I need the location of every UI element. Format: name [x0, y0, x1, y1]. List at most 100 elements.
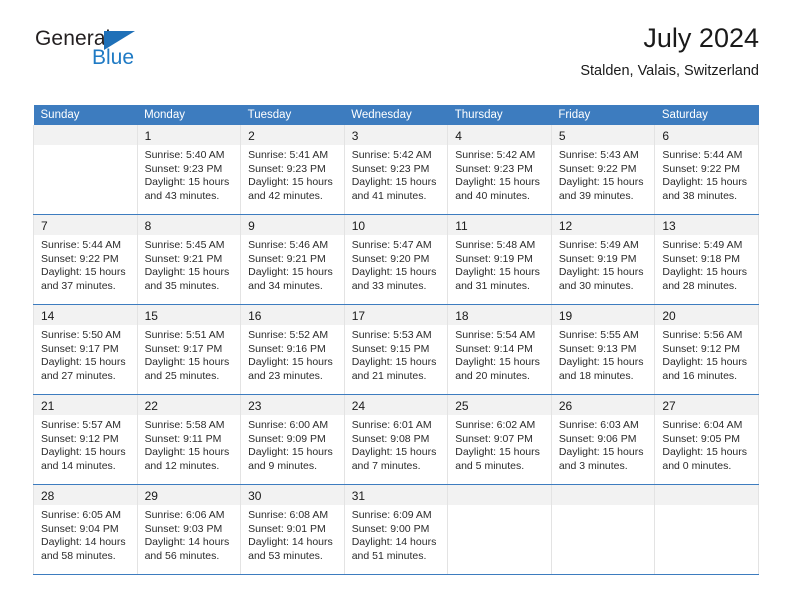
sunrise-time: Sunrise: 5:49 AM	[558, 239, 639, 251]
daylight-duration-line1: Daylight: 15 hours	[41, 446, 126, 459]
daylight-duration-line1: Daylight: 15 hours	[558, 176, 644, 189]
daylight-duration-line2: and 0 minutes.	[662, 459, 732, 472]
sunset-time: Sunset: 9:20 PM	[351, 252, 430, 265]
sunset-time: Sunset: 9:15 PM	[351, 342, 430, 355]
calendar-day-cell[interactable]: 19 Sunrise: 5:55 AM Sunset: 9:13 PM Dayligh…	[550, 304, 656, 395]
day-sun-info: Sunrise: 6:06 AM Sunset: 9:03 PM Daylight:…	[138, 505, 241, 563]
calendar-day-cell[interactable]: 9 Sunrise: 5:46 AM Sunset: 9:21 PM Daylight…	[240, 214, 345, 305]
day-sun-info: Sunrise: 5:51 AM Sunset: 9:17 PM Daylight:…	[138, 325, 241, 383]
daylight-duration-line2: and 35 minutes.	[144, 279, 220, 292]
sunrise-time: Sunrise: 6:06 AM	[144, 509, 225, 521]
daylight-duration-line2: and 56 minutes.	[144, 549, 220, 562]
daylight-duration-line2: and 7 minutes.	[351, 459, 421, 472]
calendar-day-cell[interactable]: 11 Sunrise: 5:48 AM Sunset: 9:19 PM Dayligh…	[447, 214, 552, 305]
sunset-time: Sunset: 9:22 PM	[662, 162, 741, 175]
daylight-duration-line1: Daylight: 15 hours	[248, 356, 333, 369]
page-header: General Blue July 2024 Stalden, Valais, …	[33, 0, 759, 79]
weekday-header-wednesday: Wednesday	[344, 105, 448, 125]
day-number: 20	[655, 305, 758, 325]
calendar-day-cell[interactable]: 2 Sunrise: 5:41 AM Sunset: 9:23 PM Daylight…	[240, 125, 345, 215]
day-number: 27	[655, 395, 758, 415]
sunset-time: Sunset: 9:06 PM	[558, 432, 637, 445]
daylight-duration-line1: Daylight: 15 hours	[351, 356, 437, 369]
day-sun-info: Sunrise: 5:44 AM Sunset: 9:22 PM Daylight:…	[655, 145, 758, 203]
day-number: 10	[344, 215, 448, 235]
daylight-duration-line1: Daylight: 15 hours	[662, 176, 748, 189]
sunset-time: Sunset: 9:05 PM	[662, 432, 741, 445]
day-number: 3	[344, 125, 448, 145]
daylight-duration-line1: Daylight: 15 hours	[248, 446, 333, 459]
sunset-time: Sunset: 9:08 PM	[351, 432, 430, 445]
calendar-day-cell[interactable]: 5 Sunrise: 5:43 AM Sunset: 9:22 PM Daylight…	[550, 125, 656, 215]
day-sun-info: Sunrise: 5:46 AM Sunset: 9:21 PM Daylight:…	[241, 235, 344, 293]
sunset-time: Sunset: 9:01 PM	[248, 522, 326, 535]
sunset-time: Sunset: 9:22 PM	[41, 252, 119, 265]
weekday-header-friday: Friday	[551, 105, 655, 125]
calendar-day-cell[interactable]: 3 Sunrise: 5:42 AM Sunset: 9:23 PM Daylight…	[343, 125, 449, 215]
sunset-time: Sunset: 9:12 PM	[41, 432, 119, 445]
calendar-day-cell[interactable]: 24 Sunrise: 6:01 AM Sunset: 9:08 PM Dayligh…	[343, 394, 449, 485]
calendar-day-cell[interactable]: 28 Sunrise: 6:05 AM Sunset: 9:04 PM Dayligh…	[33, 484, 138, 575]
sunrise-time: Sunrise: 6:03 AM	[558, 419, 639, 431]
weekday-header-monday: Monday	[137, 105, 241, 125]
calendar-day-cell[interactable]: 14 Sunrise: 5:50 AM Sunset: 9:17 PM Dayligh…	[33, 304, 138, 395]
day-number: 6	[655, 125, 758, 145]
calendar-day-cell[interactable]: 15 Sunrise: 5:51 AM Sunset: 9:17 PM Dayligh…	[136, 304, 242, 395]
day-number: 19	[551, 305, 655, 325]
calendar-day-cell[interactable]: 1 Sunrise: 5:40 AM Sunset: 9:23 PM Daylight…	[136, 125, 242, 215]
logo-text-blue: Blue	[92, 46, 135, 69]
calendar-day-cell[interactable]: 22 Sunrise: 5:58 AM Sunset: 9:11 PM Dayligh…	[136, 394, 242, 485]
calendar-day-cell[interactable]: 20 Sunrise: 5:56 AM Sunset: 9:12 PM Dayligh…	[654, 304, 759, 395]
calendar-day-cell[interactable]: 17 Sunrise: 5:53 AM Sunset: 9:15 PM Dayligh…	[343, 304, 449, 395]
sunset-time: Sunset: 9:16 PM	[248, 342, 326, 355]
calendar-day-cell[interactable]: 12 Sunrise: 5:49 AM Sunset: 9:19 PM Dayligh…	[550, 214, 656, 305]
calendar-day-cell[interactable]: 25 Sunrise: 6:02 AM Sunset: 9:07 PM Dayligh…	[447, 394, 552, 485]
sunrise-time: Sunrise: 5:42 AM	[455, 149, 536, 161]
calendar-day-cell[interactable]: 7 Sunrise: 5:44 AM Sunset: 9:22 PM Daylight…	[33, 214, 138, 305]
sunrise-time: Sunrise: 5:51 AM	[144, 329, 225, 341]
sunset-time: Sunset: 9:23 PM	[248, 162, 326, 175]
day-sun-info: Sunrise: 5:53 AM Sunset: 9:15 PM Daylight:…	[345, 325, 448, 383]
calendar-day-cell[interactable]: 10 Sunrise: 5:47 AM Sunset: 9:20 PM Dayligh…	[343, 214, 449, 305]
sunset-time: Sunset: 9:00 PM	[351, 522, 430, 535]
page-subtitle: Stalden, Valais, Switzerland	[580, 63, 759, 79]
calendar-week-row: 28 Sunrise: 6:05 AM Sunset: 9:04 PM Dayligh…	[33, 484, 759, 575]
calendar-day-cell[interactable]: 21 Sunrise: 5:57 AM Sunset: 9:12 PM Dayligh…	[33, 394, 138, 485]
day-number: 17	[344, 305, 448, 325]
calendar-day-cell[interactable]: 23 Sunrise: 6:00 AM Sunset: 9:09 PM Dayligh…	[240, 394, 345, 485]
calendar-day-cell[interactable]: 18 Sunrise: 5:54 AM Sunset: 9:14 PM Dayligh…	[447, 304, 552, 395]
day-number: 14	[34, 305, 137, 325]
day-number: 2	[241, 125, 344, 145]
sunrise-time: Sunrise: 5:43 AM	[558, 149, 639, 161]
day-sun-info: Sunrise: 5:55 AM Sunset: 9:13 PM Daylight:…	[552, 325, 655, 383]
daylight-duration-line1: Daylight: 15 hours	[558, 446, 644, 459]
sunset-time: Sunset: 9:09 PM	[248, 432, 326, 445]
calendar-day-cell[interactable]: 31 Sunrise: 6:09 AM Sunset: 9:00 PM Dayligh…	[343, 484, 449, 575]
calendar-day-cell[interactable]: 13 Sunrise: 5:49 AM Sunset: 9:18 PM Dayligh…	[654, 214, 759, 305]
sunset-time: Sunset: 9:21 PM	[248, 252, 326, 265]
sunrise-time: Sunrise: 5:57 AM	[41, 419, 121, 431]
calendar-day-cell[interactable]: 8 Sunrise: 5:45 AM Sunset: 9:21 PM Daylight…	[136, 214, 242, 305]
calendar-header-row: Sunday Monday Tuesday Wednesday Thursday…	[33, 105, 759, 125]
calendar-day-cell[interactable]: 6 Sunrise: 5:44 AM Sunset: 9:22 PM Daylight…	[654, 125, 759, 215]
daylight-duration-line2: and 51 minutes.	[351, 549, 427, 562]
day-number: 31	[344, 485, 448, 505]
calendar-day-cell[interactable]: 26 Sunrise: 6:03 AM Sunset: 9:06 PM Dayligh…	[550, 394, 656, 485]
calendar-day-cell[interactable]: 30 Sunrise: 6:08 AM Sunset: 9:01 PM Dayligh…	[240, 484, 345, 575]
calendar-day-cell[interactable]: 16 Sunrise: 5:52 AM Sunset: 9:16 PM Dayligh…	[240, 304, 345, 395]
sunrise-time: Sunrise: 5:41 AM	[248, 149, 329, 161]
sunset-time: Sunset: 9:19 PM	[558, 252, 637, 265]
day-number: 28	[34, 485, 137, 505]
calendar-day-cell[interactable]: 4 Sunrise: 5:42 AM Sunset: 9:23 PM Daylight…	[447, 125, 552, 215]
daylight-duration-line1: Daylight: 15 hours	[455, 356, 540, 369]
sunrise-time: Sunrise: 5:56 AM	[662, 329, 743, 341]
calendar-week-row: 21 Sunrise: 5:57 AM Sunset: 9:12 PM Dayligh…	[33, 394, 759, 485]
calendar-day-cell[interactable]: 29 Sunrise: 6:06 AM Sunset: 9:03 PM Dayligh…	[136, 484, 242, 575]
sunrise-time: Sunrise: 5:55 AM	[558, 329, 639, 341]
daylight-duration-line2: and 16 minutes.	[662, 369, 738, 382]
sunset-time: Sunset: 9:23 PM	[351, 162, 430, 175]
daylight-duration-line2: and 3 minutes.	[558, 459, 628, 472]
daylight-duration-line1: Daylight: 15 hours	[248, 266, 333, 279]
daylight-duration-line1: Daylight: 15 hours	[41, 266, 126, 279]
calendar-day-cell[interactable]: 27 Sunrise: 6:04 AM Sunset: 9:05 PM Dayligh…	[654, 394, 759, 485]
